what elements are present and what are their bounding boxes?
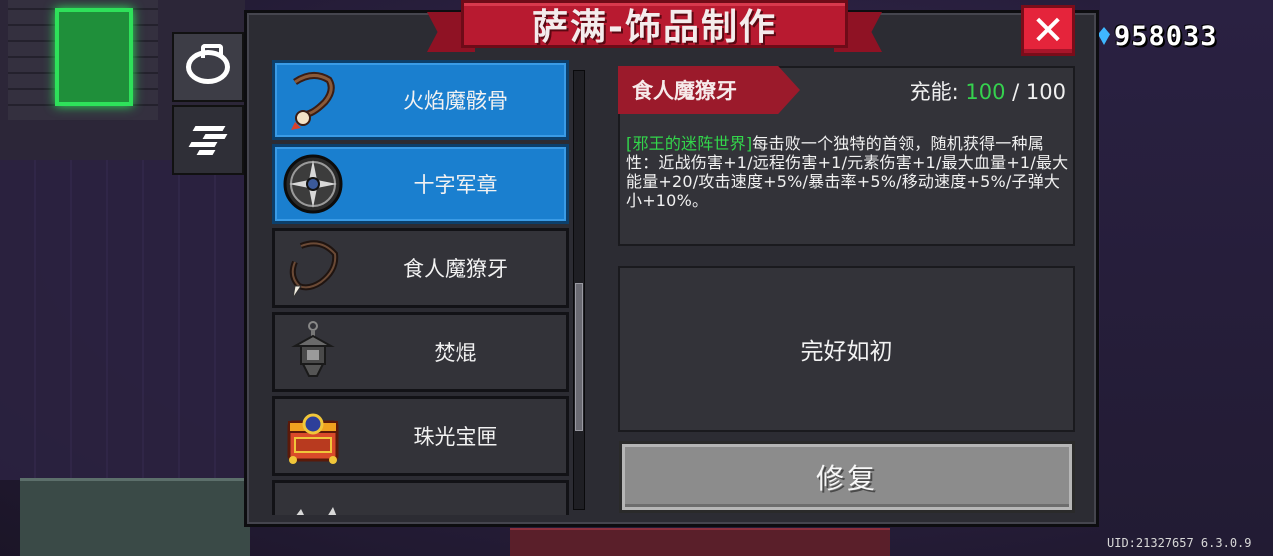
charge-label: 充能: — [909, 80, 966, 104]
close-button[interactable]: ✕ — [1021, 5, 1075, 56]
item-description: [邪王的迷阵世界]每击败一个独特的首领，随机获得一种属性：近战伤害+1/远程伤害… — [626, 134, 1071, 210]
accessory-tab[interactable] — [172, 32, 244, 102]
page-title: 萨满-饰品制作 — [532, 7, 777, 48]
charge-separator: / — [1005, 80, 1026, 104]
close-icon: ✕ — [1031, 7, 1065, 54]
item-label: 十字军章 — [413, 173, 498, 197]
ring-icon — [186, 44, 230, 84]
red-carpet — [510, 528, 890, 556]
feather-tab[interactable] — [172, 105, 244, 175]
feather-lines-icon — [188, 124, 228, 156]
item-label: 焚焜 — [434, 341, 477, 365]
accessory-list: 火焰魔骸骨 十字军章 食人魔獠牙 焚焜 珠光宝匣 — [272, 60, 572, 515]
item-label: 食人魔獠牙 — [403, 257, 508, 281]
repair-button[interactable]: 修复 — [619, 441, 1075, 513]
charge-max: 100 — [1025, 80, 1066, 104]
scrollbar-thumb[interactable] — [575, 283, 583, 431]
green-portal — [55, 8, 133, 106]
list-item-crusader-badge[interactable]: 十字军章 — [272, 144, 569, 224]
title-banner: 萨满-饰品制作 — [427, 0, 882, 55]
repair-label: 修复 — [815, 462, 878, 495]
list-item-jewel-box[interactable]: 珠光宝匣 — [272, 396, 569, 476]
currency-value: 958033 — [1114, 20, 1218, 52]
jewel-box-icon — [287, 413, 339, 464]
description-tag: [邪王的迷阵世界] — [626, 134, 753, 153]
item-name-tag: 食人魔獠牙 — [618, 66, 800, 114]
status-box: 完好如初 — [618, 266, 1075, 432]
item-label: 火焰魔骸骨 — [403, 89, 508, 113]
bone-necklace-icon — [291, 72, 335, 130]
status-text: 完好如初 — [800, 339, 893, 365]
list-item-lantern[interactable]: 焚焜 — [272, 312, 569, 392]
partial-item-icon — [296, 507, 337, 515]
blue-gem-icon — [1098, 27, 1110, 45]
uid-label: UID:21327657 6.3.0.9 — [1107, 536, 1252, 550]
item-label: 珠光宝匣 — [413, 425, 498, 449]
banner-body: 萨满-饰品制作 — [461, 0, 848, 48]
lantern-icon — [291, 321, 335, 377]
list-item-ogre-fang[interactable]: 食人魔獠牙 — [272, 228, 569, 308]
fang-necklace-icon — [289, 240, 339, 299]
dungeon-floor — [0, 160, 245, 480]
currency-display: 958033 — [1098, 18, 1218, 54]
dungeon-floor-right — [1100, 0, 1273, 556]
list-item-flame-bone[interactable]: 火焰魔骸骨 — [272, 60, 569, 140]
list-item-partial[interactable] — [272, 480, 569, 515]
charge-current: 100 — [965, 80, 1006, 104]
charge-readout: 充能: 100 / 100 — [880, 76, 1066, 106]
list-scrollbar[interactable] — [573, 70, 585, 510]
workbench-area — [20, 478, 250, 556]
crusader-shield-icon — [283, 154, 343, 214]
item-name: 食人魔獠牙 — [632, 79, 737, 103]
